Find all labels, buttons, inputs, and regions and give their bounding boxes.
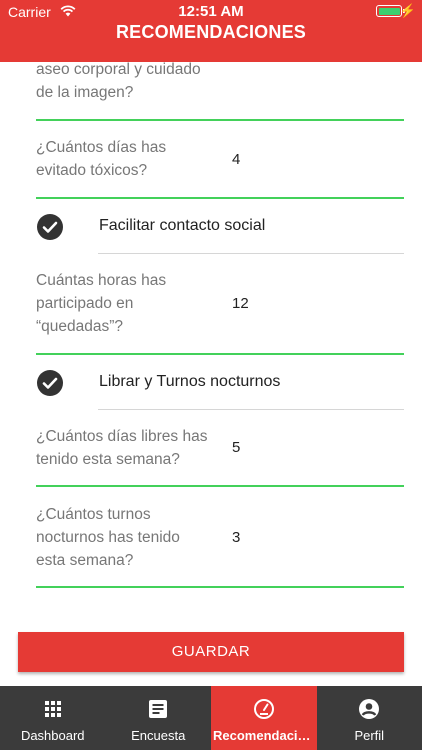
question-line: evitado tóxicos? xyxy=(36,162,148,179)
question-line: “quedadas”? xyxy=(36,318,124,335)
days-off-input[interactable]: 5 xyxy=(232,439,240,456)
save-button[interactable]: GUARDAR xyxy=(18,632,404,672)
status-time: 12:51 AM xyxy=(178,3,244,20)
tab-label: Dashboard xyxy=(20,728,85,743)
question-line: Cuántas horas has xyxy=(36,272,167,289)
question-label: aseo corporal y cuidado de la imagen? xyxy=(36,62,216,104)
charging-icon: ⚡ xyxy=(399,3,416,18)
status-bar: Carrier 12:51 AM ⚡ xyxy=(0,0,422,22)
question-line: ¿Cuántos días has xyxy=(36,139,167,156)
tab-dashboard[interactable]: Dashboard xyxy=(0,686,106,750)
page-title: RECOMENDACIONES xyxy=(115,22,306,42)
app-header: Carrier 12:51 AM ⚡ RECOMENDACIONES xyxy=(0,0,422,62)
grid-icon xyxy=(44,701,61,717)
tab-label: Perfil xyxy=(354,728,385,743)
bottom-tab-bar: Dashboard Encuesta Recomendacio... Perfi… xyxy=(0,686,422,750)
check-circle-icon[interactable] xyxy=(37,214,63,240)
question-line: aseo corporal y cuidado xyxy=(36,62,201,78)
question-line: tenido esta semana? xyxy=(36,451,180,468)
recommendations-form[interactable]: aseo corporal y cuidado de la imagen? ¿C… xyxy=(0,62,422,686)
days-avoided-toxics-input[interactable]: 4 xyxy=(232,151,240,168)
question-line: esta semana? xyxy=(36,552,134,569)
question-line: de la imagen? xyxy=(36,84,134,101)
person-icon xyxy=(359,699,380,719)
input-underline xyxy=(36,586,404,588)
document-icon xyxy=(149,700,168,718)
check-circle-icon[interactable] xyxy=(37,370,63,396)
input-underline xyxy=(36,119,404,121)
battery-icon xyxy=(376,5,405,17)
question-label: ¿Cuántos días libres has tenido esta sem… xyxy=(36,425,216,471)
question-line: participado en xyxy=(36,295,134,312)
question-label: Cuántas horas has participado en “quedad… xyxy=(36,269,216,338)
section-divider xyxy=(98,409,404,410)
section-title-social-contact: Facilitar contacto social xyxy=(99,217,266,234)
tab-survey[interactable]: Encuesta xyxy=(106,686,212,750)
tab-label: Recomendacio... xyxy=(213,728,315,743)
input-underline xyxy=(36,485,404,487)
tab-profile[interactable]: Perfil xyxy=(317,686,422,750)
section-title-night-shifts: Librar y Turnos nocturnos xyxy=(99,373,281,390)
question-label: ¿Cuántos turnos nocturnos has tenido est… xyxy=(36,503,216,572)
question-line: ¿Cuántos turnos xyxy=(36,506,151,523)
night-shifts-input[interactable]: 3 xyxy=(232,529,240,546)
question-label: ¿Cuántos días has evitado tóxicos? xyxy=(36,136,216,182)
speedometer-icon xyxy=(253,699,274,719)
input-underline xyxy=(36,353,404,355)
hours-meetups-input[interactable]: 12 xyxy=(232,295,249,312)
tab-label: Encuesta xyxy=(131,728,186,743)
question-line: ¿Cuántos días libres has xyxy=(36,428,208,445)
section-divider xyxy=(98,253,404,254)
question-line: nocturnos has tenido xyxy=(36,529,180,546)
input-underline xyxy=(36,197,404,199)
tab-recommendations[interactable]: Recomendacio... xyxy=(211,686,317,750)
